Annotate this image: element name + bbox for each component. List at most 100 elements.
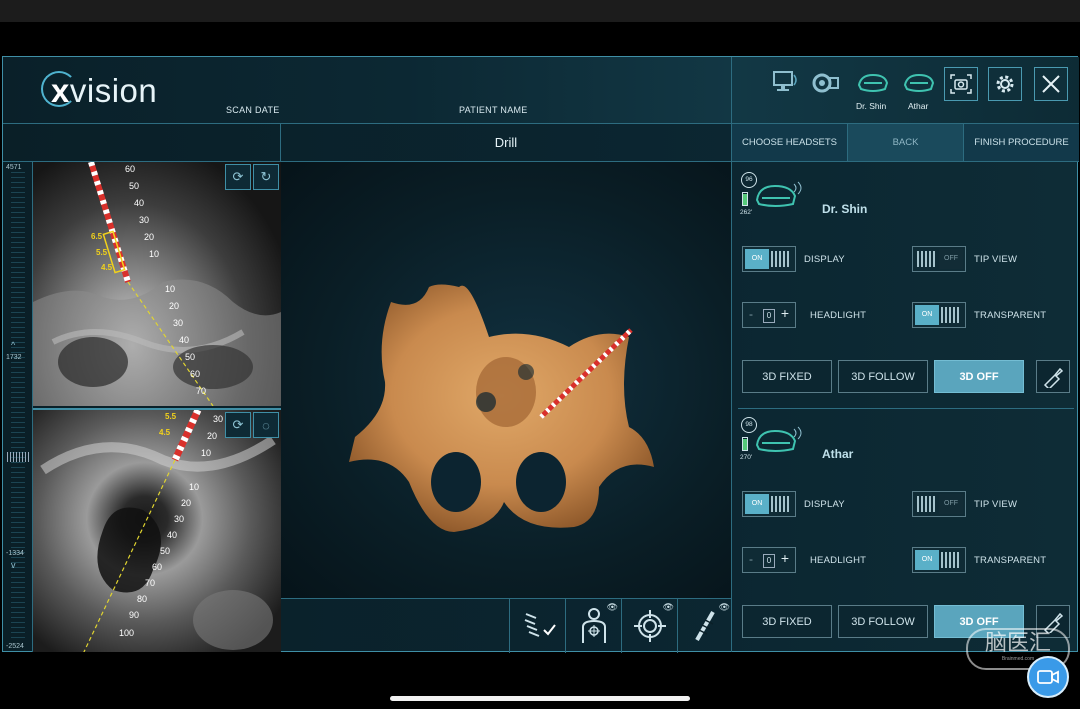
camera-tracker-icon[interactable] (812, 69, 842, 97)
transparent-toggle[interactable]: ON (912, 547, 966, 573)
ct-slice-bottom-overlay (40, 410, 276, 652)
probe-tick-label: 10 (201, 448, 212, 458)
toggle-on-state: ON (745, 249, 769, 269)
screenshot-icon (950, 74, 972, 94)
patient-target-button[interactable]: 👁 (565, 599, 621, 653)
settings-button[interactable] (988, 67, 1022, 101)
app-header: xvision SCAN DATE PATIENT NAME (3, 57, 731, 124)
eye-icon: 👁 (718, 602, 730, 612)
probe-tick-label: 50 (129, 181, 140, 191)
plus-icon[interactable]: + (781, 305, 789, 321)
procedure-nav: CHOOSE HEADSETS BACK FINISH PROCEDURE (731, 124, 1079, 162)
view-header-bar: Drill (3, 124, 731, 162)
view-title: Drill (494, 135, 518, 150)
trajectory-tick-label: 10 (165, 284, 176, 294)
scale-low-value: -1334 (6, 550, 24, 557)
tip-view-toggle[interactable]: OFF (912, 491, 966, 517)
slice-mode-button[interactable]: ◌ (253, 412, 279, 438)
headset-label-1: Dr. Shin (856, 101, 887, 111)
ct-slice-top-overlay (33, 162, 281, 406)
minus-icon[interactable]: - (749, 307, 753, 321)
3d-model-view[interactable] (281, 162, 731, 598)
patient-name-label: PATIENT NAME (459, 105, 528, 115)
scale-track[interactable] (11, 172, 25, 642)
3d-fixed-button[interactable]: 3D FIXED (742, 605, 832, 638)
trajectory-tick-label: 20 (169, 301, 180, 311)
display-toggle[interactable]: ON (742, 491, 796, 517)
choose-headsets-button[interactable]: CHOOSE HEADSETS (731, 124, 847, 161)
finish-procedure-button[interactable]: FINISH PROCEDURE (963, 124, 1079, 161)
toggle-grip (941, 307, 961, 323)
screenshot-button[interactable] (944, 67, 978, 101)
rotate-slice-button[interactable]: ⟳ (225, 412, 251, 438)
chevron-down-icon[interactable]: v (11, 560, 16, 570)
transparent-toggle[interactable]: ON (912, 302, 966, 328)
home-indicator[interactable] (390, 696, 690, 701)
view-toolbar: 👁 👁 👁 (281, 598, 733, 653)
video-call-button[interactable] (1027, 656, 1069, 698)
screw-plan-button[interactable] (509, 599, 565, 653)
headset-control-panel: 96 262' Dr. Shin ON DISPLAY OFF TIP VIEW (731, 162, 1079, 652)
display-label: DISPLAY (804, 254, 845, 265)
3d-follow-button[interactable]: 3D FOLLOW (838, 605, 928, 638)
display-label: DISPLAY (804, 499, 845, 510)
trajectory-tick-label: 20 (181, 498, 192, 508)
plus-icon[interactable]: + (781, 550, 789, 566)
chevron-up-icon[interactable]: ^ (11, 340, 15, 350)
watermark-text: 脑医汇 (984, 630, 1051, 655)
probe-tick-label: 60 (125, 164, 136, 174)
toggle-grip (771, 251, 791, 267)
tip-view-label: TIP VIEW (974, 499, 1018, 510)
xvision-app-window: xvision SCAN DATE PATIENT NAME Dr. Shin … (2, 56, 1079, 653)
trajectory-tick-label: 40 (167, 530, 178, 540)
headset-name: Dr. Shin (822, 202, 868, 216)
rotate-slice-button[interactable]: ⟳ (225, 164, 251, 190)
display-toggle[interactable]: ON (742, 246, 796, 272)
probe-tick-label: 20 (144, 232, 155, 242)
3d-off-button[interactable]: 3D OFF (934, 360, 1024, 393)
ct-slice-top[interactable]: 60 50 40 30 20 10 6.5 5.5 4.5 10 20 30 4… (33, 162, 281, 406)
headset-icon[interactable] (902, 69, 936, 97)
back-button[interactable]: BACK (847, 124, 963, 161)
toggle-on-state: ON (745, 494, 769, 514)
probe-view-button[interactable] (1036, 360, 1070, 393)
gear-icon (996, 75, 1014, 93)
headset-icon[interactable] (856, 69, 890, 97)
headset-card-dr-shin: 96 262' Dr. Shin ON DISPLAY OFF TIP VIEW (732, 162, 1080, 402)
eye-icon: 👁 (662, 602, 674, 612)
scale-handle[interactable] (7, 452, 29, 462)
probe-tick-label: 20 (207, 431, 218, 441)
pelvis-3d-model (349, 284, 654, 532)
monitor-icon[interactable] (770, 69, 800, 97)
toggle-grip (917, 496, 937, 512)
yellow-tick-label: 5.5 (165, 412, 177, 421)
headlight-value: 0 (763, 309, 775, 323)
yellow-tick-label: 4.5 (159, 428, 171, 437)
trajectory-tick-label: 80 (137, 594, 148, 604)
window-level-scale[interactable]: 4571 ^ 1732 -1334 v -2524 (3, 162, 33, 652)
slice-mode-button[interactable]: ↻ (253, 164, 279, 190)
trajectory-tick-label: 50 (160, 546, 171, 556)
scan-date-label: SCAN DATE (226, 105, 280, 115)
target-toggle-button[interactable]: 👁 (621, 599, 677, 653)
ct-slice-bottom[interactable]: 30 20 10 5.5 4.5 10 20 30 40 50 60 70 80… (33, 408, 281, 652)
eye-icon: 👁 (606, 602, 618, 612)
vertebra-icon: ◌ (262, 417, 270, 433)
toggle-grip (771, 496, 791, 512)
trajectory-tick-label: 40 (179, 335, 190, 345)
close-button[interactable] (1034, 67, 1068, 101)
screw-icon (694, 611, 715, 641)
trajectory-tick-label: 50 (185, 352, 196, 362)
device-status-strip (0, 0, 1080, 22)
implant-toggle-button[interactable]: 👁 (677, 599, 733, 653)
trajectory-tick-label: 70 (145, 578, 156, 588)
headlight-stepper[interactable]: - 0 + (742, 547, 796, 573)
xvision-logo: xvision (41, 71, 191, 111)
minus-icon[interactable]: - (749, 552, 753, 566)
probe-tick-label: 10 (149, 249, 160, 259)
3d-follow-button[interactable]: 3D FOLLOW (838, 360, 928, 393)
3d-fixed-button[interactable]: 3D FIXED (742, 360, 832, 393)
headset-name: Athar (822, 447, 854, 461)
headlight-stepper[interactable]: - 0 + (742, 302, 796, 328)
tip-view-toggle[interactable]: OFF (912, 246, 966, 272)
